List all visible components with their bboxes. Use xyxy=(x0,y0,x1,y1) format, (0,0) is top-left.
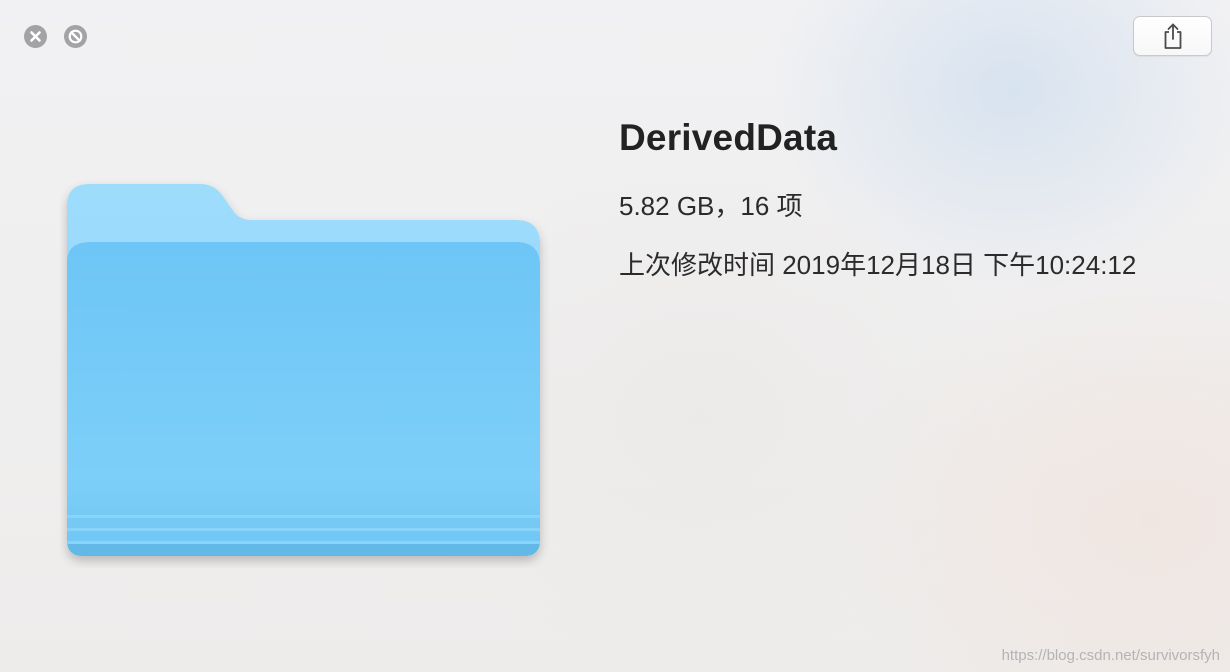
file-name: DerivedData xyxy=(619,117,838,158)
folder-icon xyxy=(67,184,540,556)
no-entry-icon xyxy=(68,29,83,44)
watermark: https://blog.csdn.net/survivorsfyh xyxy=(1001,647,1220,664)
file-modified-date: 上次修改时间 2019年12月18日 下午10:24:12 xyxy=(619,250,1137,280)
share-button[interactable] xyxy=(1133,16,1212,56)
quick-look-window: DerivedData 5.82 GB，16 项 上次修改时间 2019年12月… xyxy=(0,0,1230,672)
share-icon xyxy=(1164,23,1181,49)
file-size-summary: 5.82 GB，16 项 xyxy=(619,191,803,221)
close-button[interactable] xyxy=(24,25,47,48)
folder-preview xyxy=(60,178,550,568)
file-info: DerivedData 5.82 GB，16 项 上次修改时间 2019年12月… xyxy=(619,114,1136,280)
fullscreen-button[interactable] xyxy=(64,25,87,48)
close-icon xyxy=(30,31,41,42)
